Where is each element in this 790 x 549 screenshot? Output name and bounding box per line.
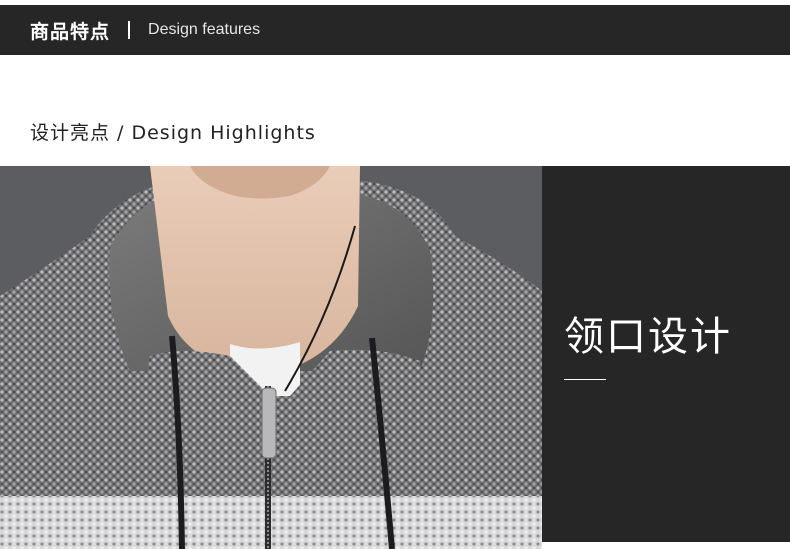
sweater-hood-illustration	[0, 166, 542, 549]
section-heading: 设计亮点 / Design Highlights	[30, 122, 316, 144]
header-title: 商品特点	[30, 20, 111, 43]
feature-panel: 领口设计	[542, 166, 790, 542]
feature-title: 领口设计	[564, 314, 732, 360]
header-separator	[128, 21, 131, 39]
feature-underline	[564, 379, 606, 380]
header-bar: 商品特点 Design features	[0, 5, 790, 55]
product-detail-page: 商品特点 Design features 设计亮点 / Design Highl…	[0, 0, 790, 549]
product-photo	[0, 166, 542, 549]
header-subtitle: Design features	[148, 21, 261, 38]
